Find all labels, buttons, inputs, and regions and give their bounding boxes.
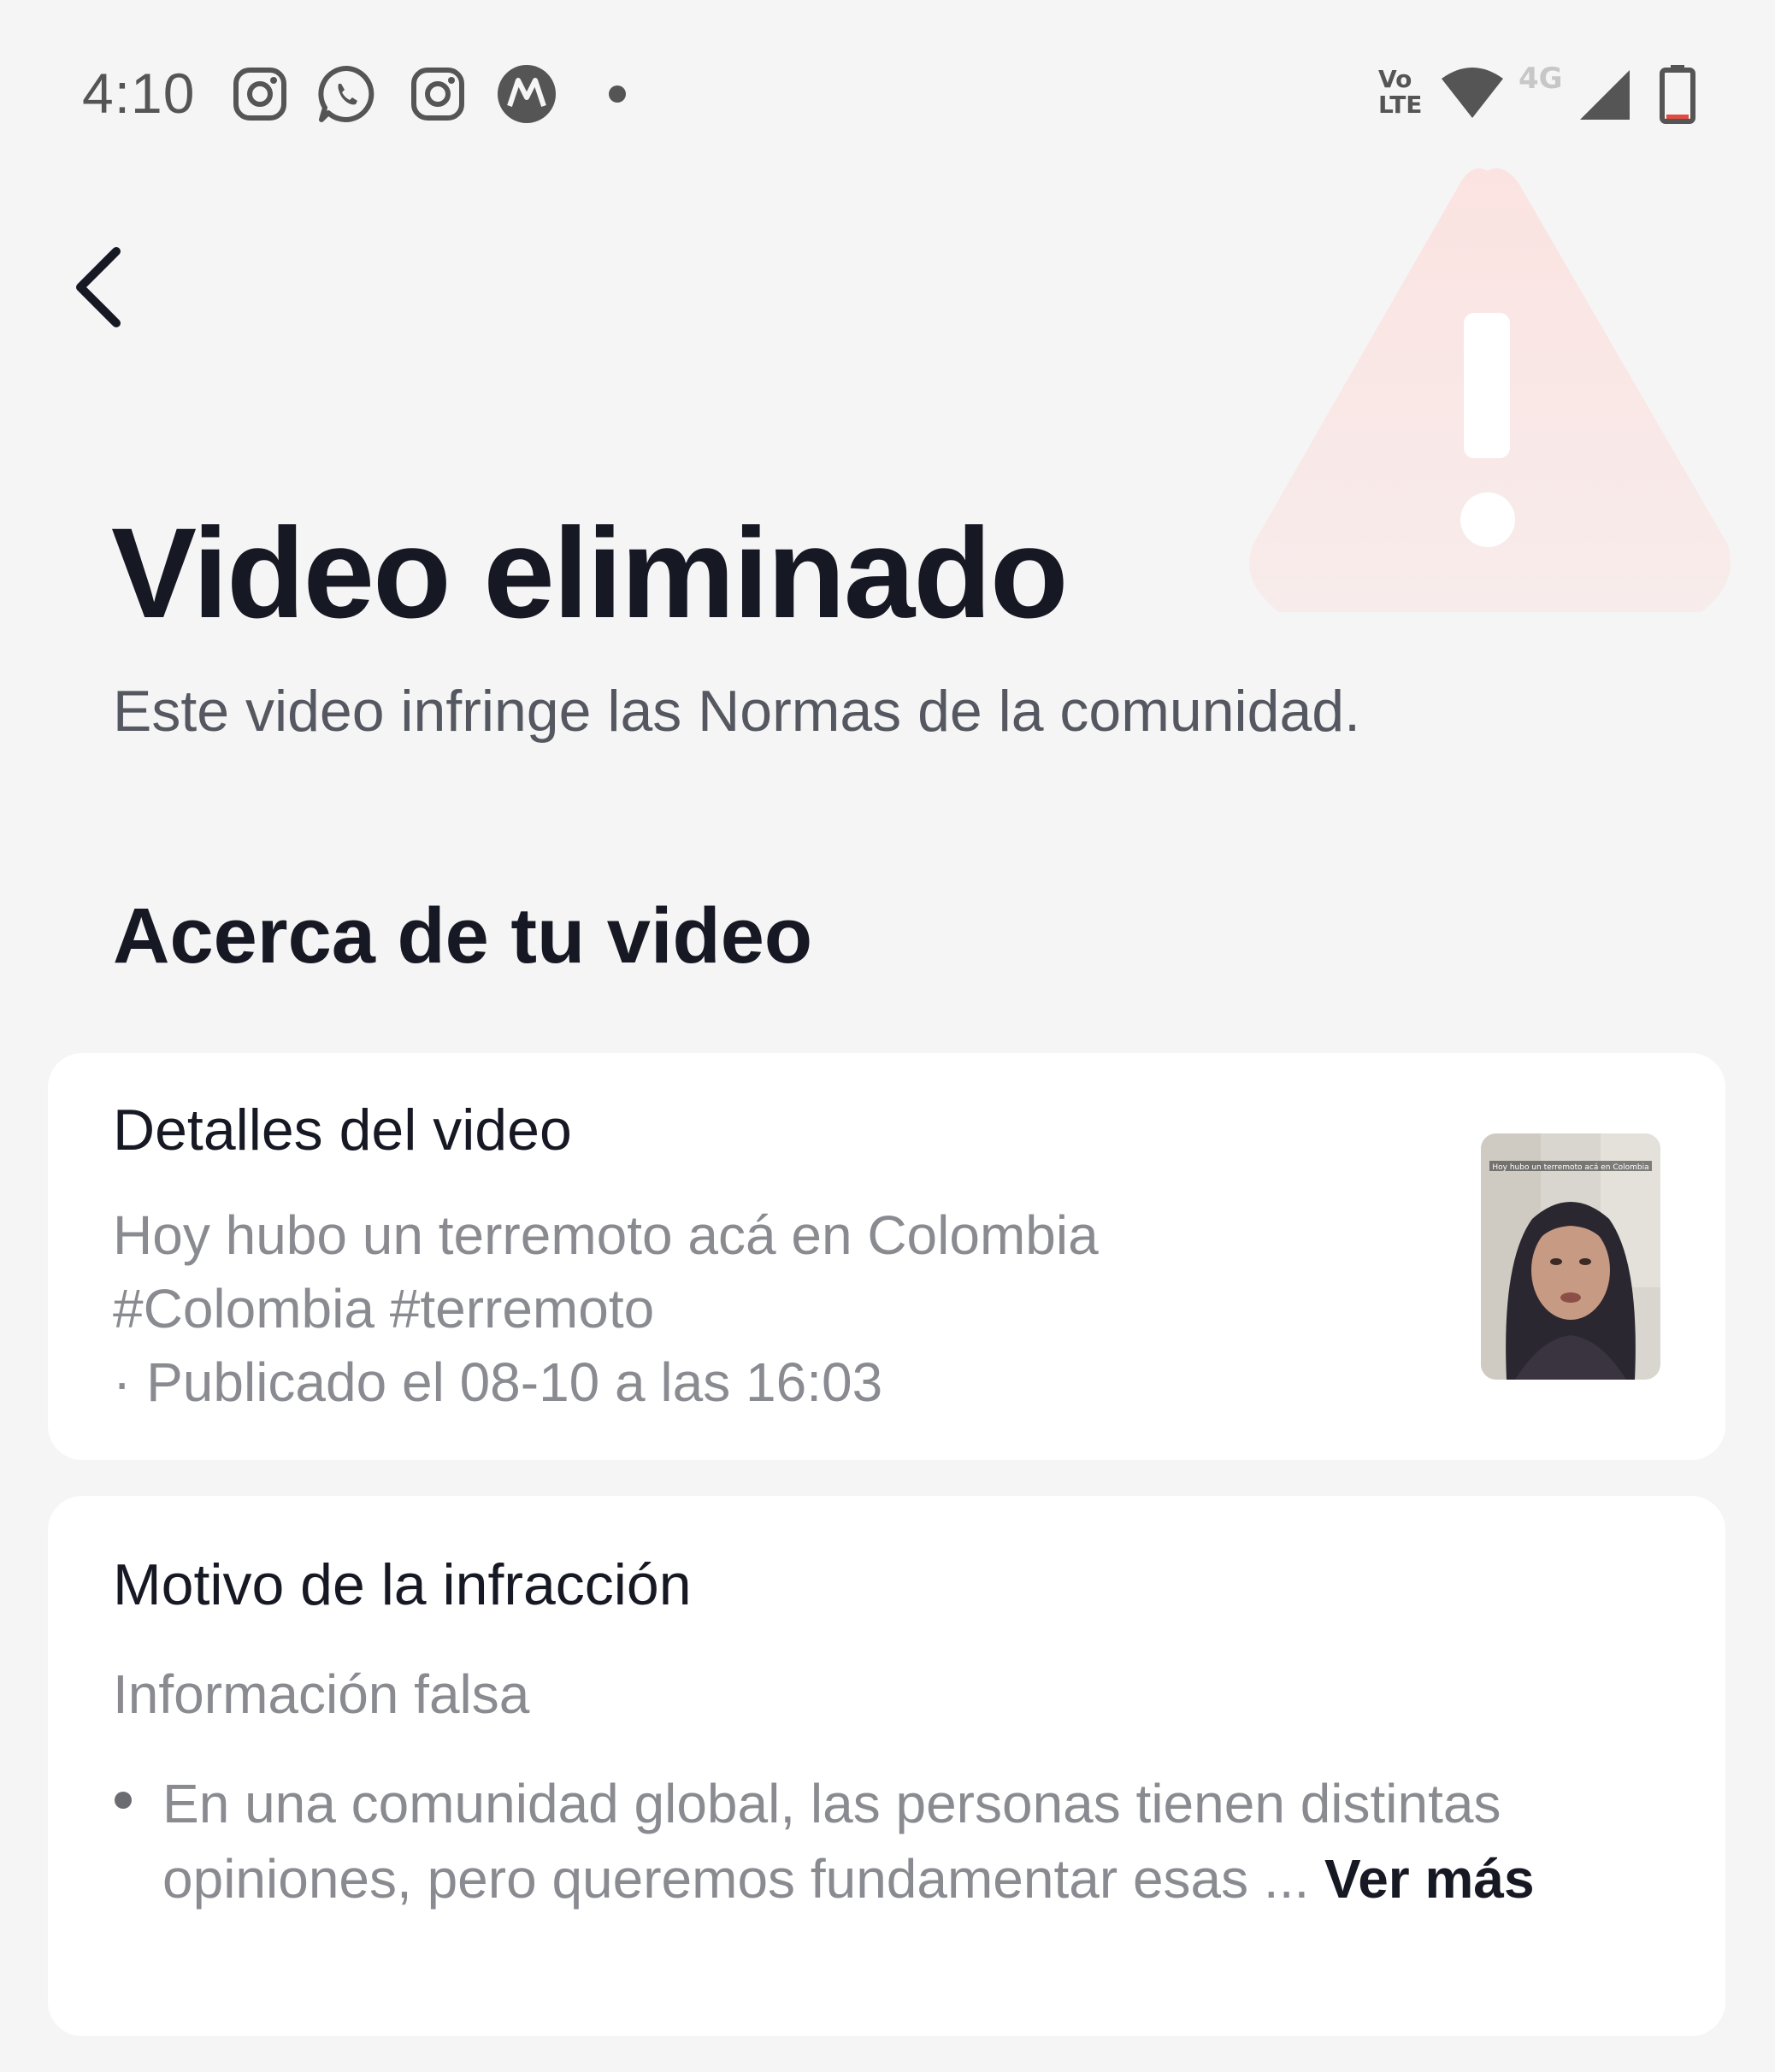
volte-icon: Vo LTE bbox=[1378, 65, 1423, 119]
see-more-link[interactable]: Ver más bbox=[1324, 1848, 1535, 1910]
page-title: Video eliminado bbox=[111, 501, 1068, 645]
more-notifications-dot bbox=[609, 85, 626, 103]
video-hashtags: #Colombia #terremoto bbox=[113, 1278, 655, 1339]
battery-icon bbox=[1659, 63, 1696, 125]
violation-reason-title: Motivo de la infracción bbox=[113, 1552, 692, 1617]
back-button[interactable] bbox=[62, 239, 133, 332]
page-subtitle: Este video infringe las Normas de la com… bbox=[113, 679, 1360, 744]
instagram-icon bbox=[407, 63, 469, 125]
video-published-date: · Publicado el 08-10 a las 16:03 bbox=[113, 1351, 883, 1413]
video-details-card[interactable]: Detalles del video Hoy hubo un terremoto… bbox=[48, 1053, 1725, 1460]
chevron-left-icon bbox=[62, 239, 133, 332]
cell-signal-icon bbox=[1578, 68, 1631, 121]
thumbnail-overlay-text: Hoy hubo un terremoto acá en Colombia bbox=[1492, 1163, 1648, 1172]
network-type-label: 4G bbox=[1518, 62, 1563, 96]
violation-reason-card: Motivo de la infracción Información fals… bbox=[48, 1496, 1725, 2036]
warning-triangle-icon bbox=[1231, 154, 1744, 633]
wifi-icon bbox=[1440, 65, 1505, 121]
video-caption-line: Hoy hubo un terremoto acá en Colombia bbox=[113, 1204, 1099, 1266]
section-heading: Acerca de tu video bbox=[113, 892, 813, 980]
bullet-icon bbox=[115, 1792, 132, 1809]
whatsapp-icon bbox=[316, 63, 378, 125]
instagram-icon bbox=[229, 63, 291, 125]
violation-description: En una comunidad global, las personas ti… bbox=[162, 1766, 1701, 1916]
violation-description-text: En una comunidad global, las personas ti… bbox=[162, 1773, 1501, 1910]
motorola-icon bbox=[496, 63, 557, 125]
violation-reason-label: Información falsa bbox=[113, 1663, 530, 1725]
status-time: 4:10 bbox=[82, 62, 196, 125]
video-details-title: Detalles del video bbox=[113, 1098, 572, 1163]
video-thumbnail[interactable]: Hoy hubo un terremoto acá en Colombia bbox=[1481, 1133, 1660, 1380]
